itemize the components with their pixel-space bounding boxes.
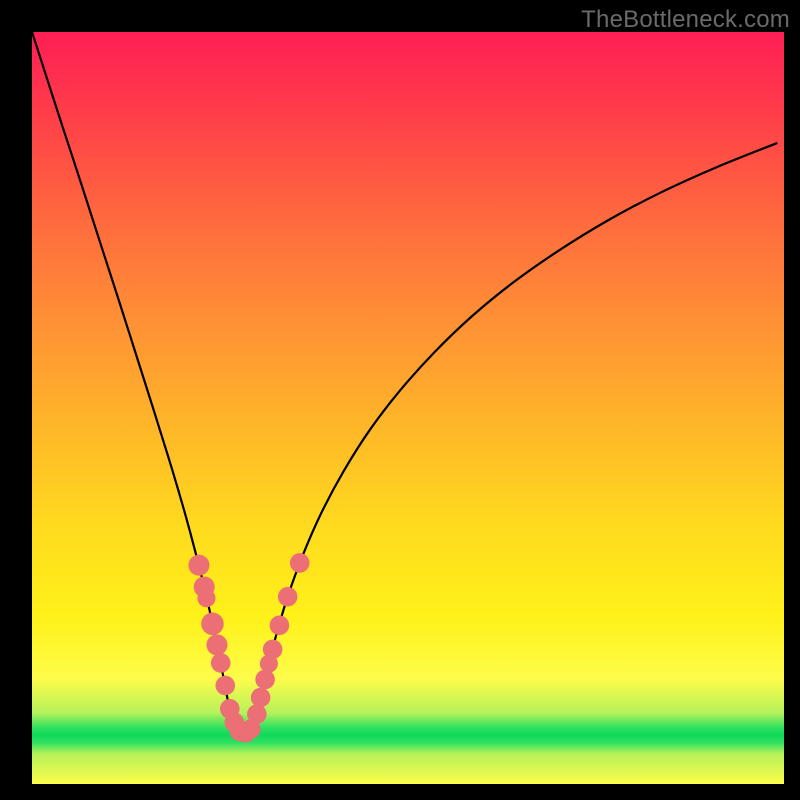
marker-dot <box>230 722 250 742</box>
marker-dot <box>247 704 267 724</box>
marker-dot <box>236 723 256 743</box>
marker-dot <box>206 634 227 655</box>
marker-dot <box>251 688 271 708</box>
branch-left <box>32 32 232 724</box>
marker-dot <box>270 616 290 636</box>
marker-dot <box>278 587 298 607</box>
marker-dot <box>225 713 245 733</box>
plot-area <box>32 32 784 784</box>
marker-dots <box>188 553 309 743</box>
valley-floor <box>232 724 255 734</box>
marker-dot <box>215 676 235 696</box>
marker-dot <box>255 670 275 690</box>
marker-dot <box>188 555 209 576</box>
watermark-label: TheBottleneck.com <box>581 6 790 34</box>
marker-dot <box>194 576 215 597</box>
branch-right <box>255 143 777 724</box>
marker-dot <box>220 699 240 719</box>
marker-dot <box>241 719 261 739</box>
marker-dot <box>211 653 231 673</box>
marker-dot <box>290 553 310 573</box>
marker-dot <box>263 640 283 660</box>
marker-dot <box>260 655 278 673</box>
marker-dot <box>201 613 224 636</box>
marker-dot <box>197 589 215 607</box>
curve-svg <box>32 32 784 784</box>
curve-group <box>32 32 776 734</box>
chart-frame: TheBottleneck.com <box>0 0 800 800</box>
